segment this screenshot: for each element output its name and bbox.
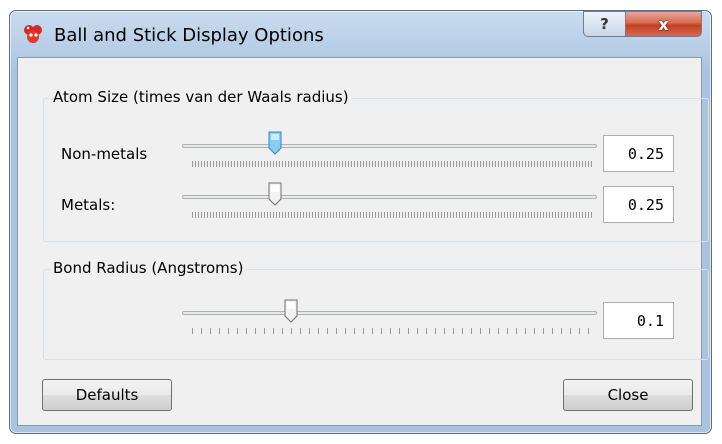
metals-slider-thumb[interactable] — [268, 182, 282, 206]
window-title: Ball and Stick Display Options — [54, 25, 324, 46]
atom-size-title: Atom Size (times van der Waals radius) — [50, 88, 352, 106]
bond-radius-slider-ticks — [192, 328, 589, 334]
help-icon: ? — [600, 15, 609, 33]
metals-label: Metals: — [61, 196, 116, 214]
bond-radius-value-field[interactable]: 0.1 — [603, 302, 674, 339]
metals-value-field[interactable]: 0.25 — [603, 186, 674, 223]
help-button[interactable]: ? — [583, 11, 626, 37]
metals-slider-track[interactable] — [182, 195, 597, 199]
close-icon: x — [658, 14, 669, 34]
bond-radius-slider-track[interactable] — [182, 311, 597, 315]
nonmetals-slider-track[interactable] — [182, 144, 597, 148]
close-button[interactable]: Close — [563, 379, 693, 411]
nonmetals-slider-ticks — [192, 161, 592, 167]
close-window-button[interactable]: x — [625, 11, 702, 37]
bond-radius-slider-thumb[interactable] — [284, 299, 298, 323]
defaults-button[interactable]: Defaults — [42, 379, 172, 411]
bond-radius-title: Bond Radius (Angstroms) — [50, 259, 247, 277]
nonmetals-slider-thumb[interactable] — [268, 131, 282, 155]
nonmetals-value-field[interactable]: 0.25 — [603, 135, 674, 172]
molecule-icon — [24, 25, 42, 43]
metals-slider-ticks — [192, 212, 592, 218]
nonmetals-label: Non-metals — [61, 145, 148, 163]
